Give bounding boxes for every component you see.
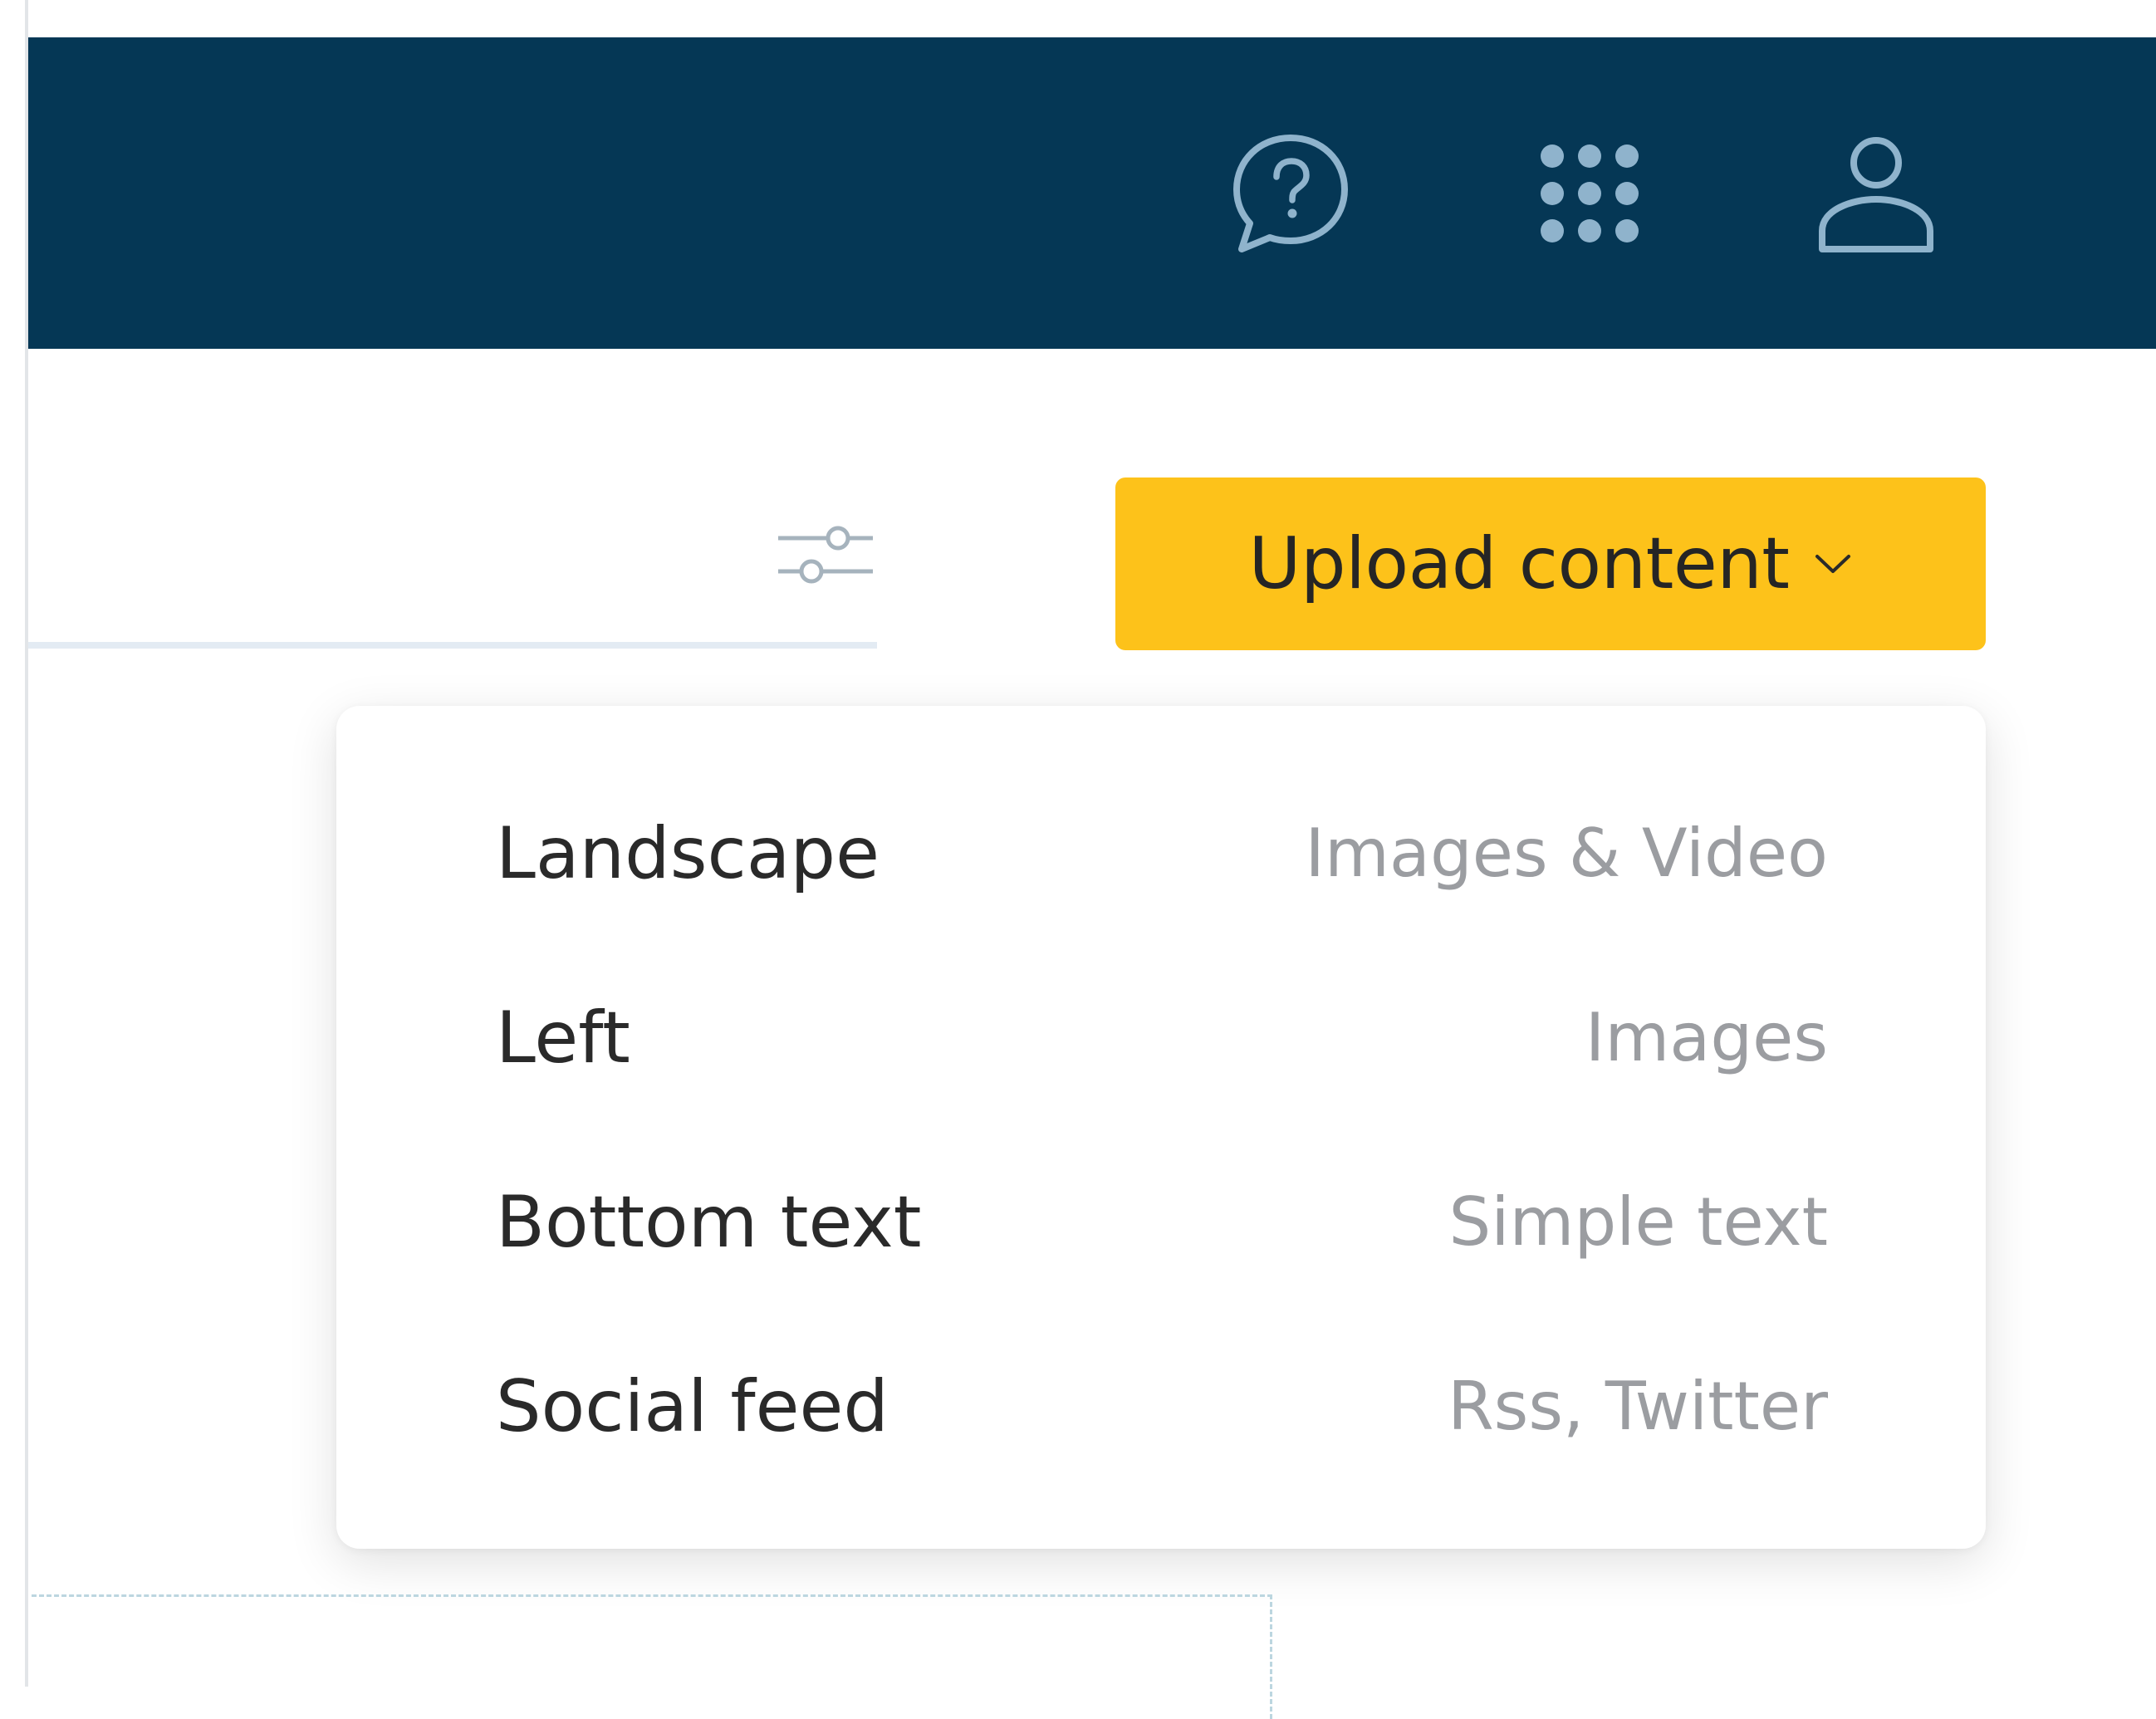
help-icon: [1233, 134, 1348, 252]
apps-launcher-button[interactable]: [1523, 37, 1656, 349]
upload-content-button[interactable]: Upload content: [1115, 478, 1986, 650]
content-drop-zone[interactable]: [32, 1594, 1272, 1719]
menu-item-bottom-text[interactable]: Bottom text Simple text: [336, 1139, 1986, 1305]
menu-item-type: Images: [1585, 999, 1828, 1076]
upload-content-label: Upload content: [1248, 522, 1790, 605]
chevron-down-icon: [1815, 555, 1851, 573]
menu-item-social-feed[interactable]: Social feed Rss, Twitter: [336, 1324, 1986, 1490]
menu-item-name: Landscape: [496, 812, 880, 895]
menu-item-name: Social feed: [496, 1365, 889, 1448]
top-navigation-bar: [28, 37, 2156, 349]
menu-item-landscape[interactable]: Landscape Images & Video: [336, 771, 1986, 937]
upload-content-dropdown-menu: Landscape Images & Video Left Images Bot…: [336, 706, 1986, 1549]
menu-item-type: Images & Video: [1305, 815, 1828, 892]
window-left-edge: [0, 0, 28, 1687]
user-icon: [1819, 136, 1933, 252]
menu-item-left[interactable]: Left Images: [336, 955, 1986, 1121]
filter-sliders-icon: [778, 526, 873, 584]
help-button[interactable]: [1224, 37, 1357, 349]
filter-button[interactable]: [777, 513, 875, 596]
menu-item-name: Bottom text: [496, 1181, 922, 1264]
menu-item-name: Left: [496, 997, 630, 1080]
menu-item-type: Rss, Twitter: [1448, 1368, 1828, 1445]
menu-item-type: Simple text: [1448, 1183, 1828, 1261]
apps-grid-icon: [1541, 144, 1639, 242]
user-account-button[interactable]: [1810, 37, 1943, 349]
search-field-underline[interactable]: [28, 642, 877, 649]
